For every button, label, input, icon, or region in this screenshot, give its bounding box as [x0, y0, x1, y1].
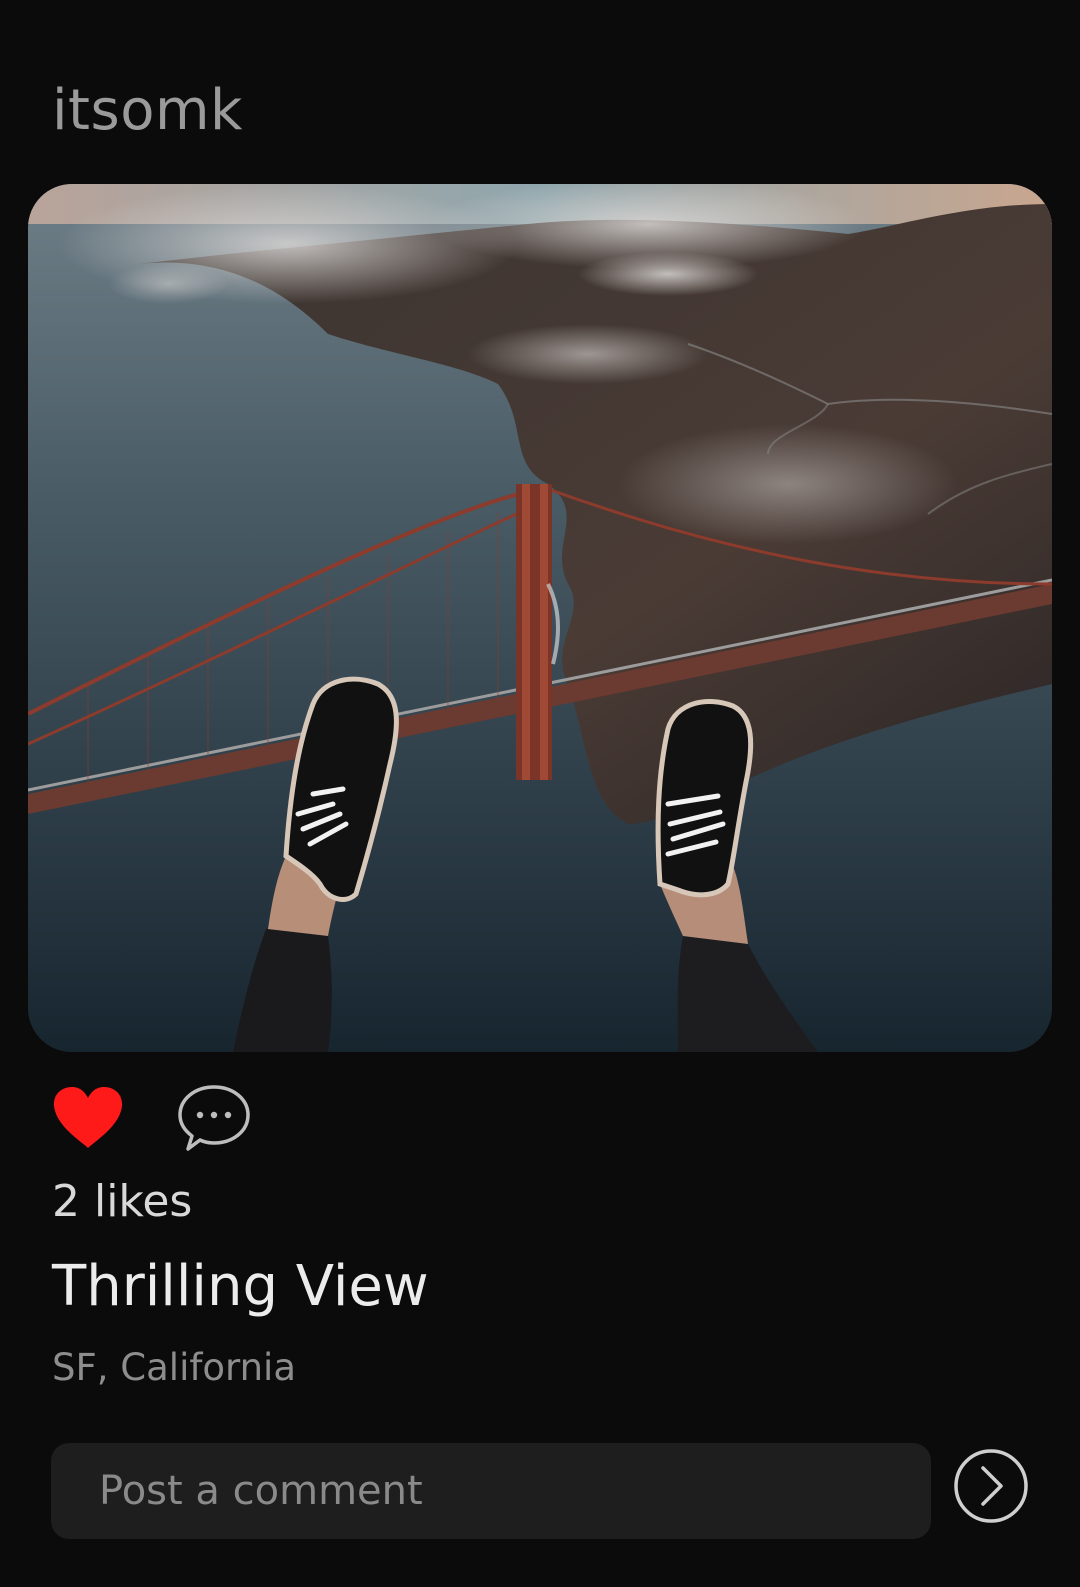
likes-count[interactable]: 2 likes — [52, 1176, 192, 1227]
heart-icon — [53, 1087, 123, 1148]
post-username[interactable]: itsomk — [52, 78, 243, 143]
chevron-right-circle-icon — [954, 1449, 1028, 1523]
send-comment-button[interactable] — [953, 1448, 1029, 1524]
like-button[interactable] — [52, 1086, 124, 1150]
post-location[interactable]: SF, California — [52, 1346, 296, 1389]
post-actions — [52, 1082, 252, 1154]
post-caption: Thrilling View — [52, 1254, 429, 1319]
comment-input[interactable] — [51, 1443, 931, 1539]
post-photo — [28, 184, 1052, 1052]
comment-button[interactable] — [176, 1083, 252, 1153]
speech-bubble-icon — [178, 1085, 250, 1151]
